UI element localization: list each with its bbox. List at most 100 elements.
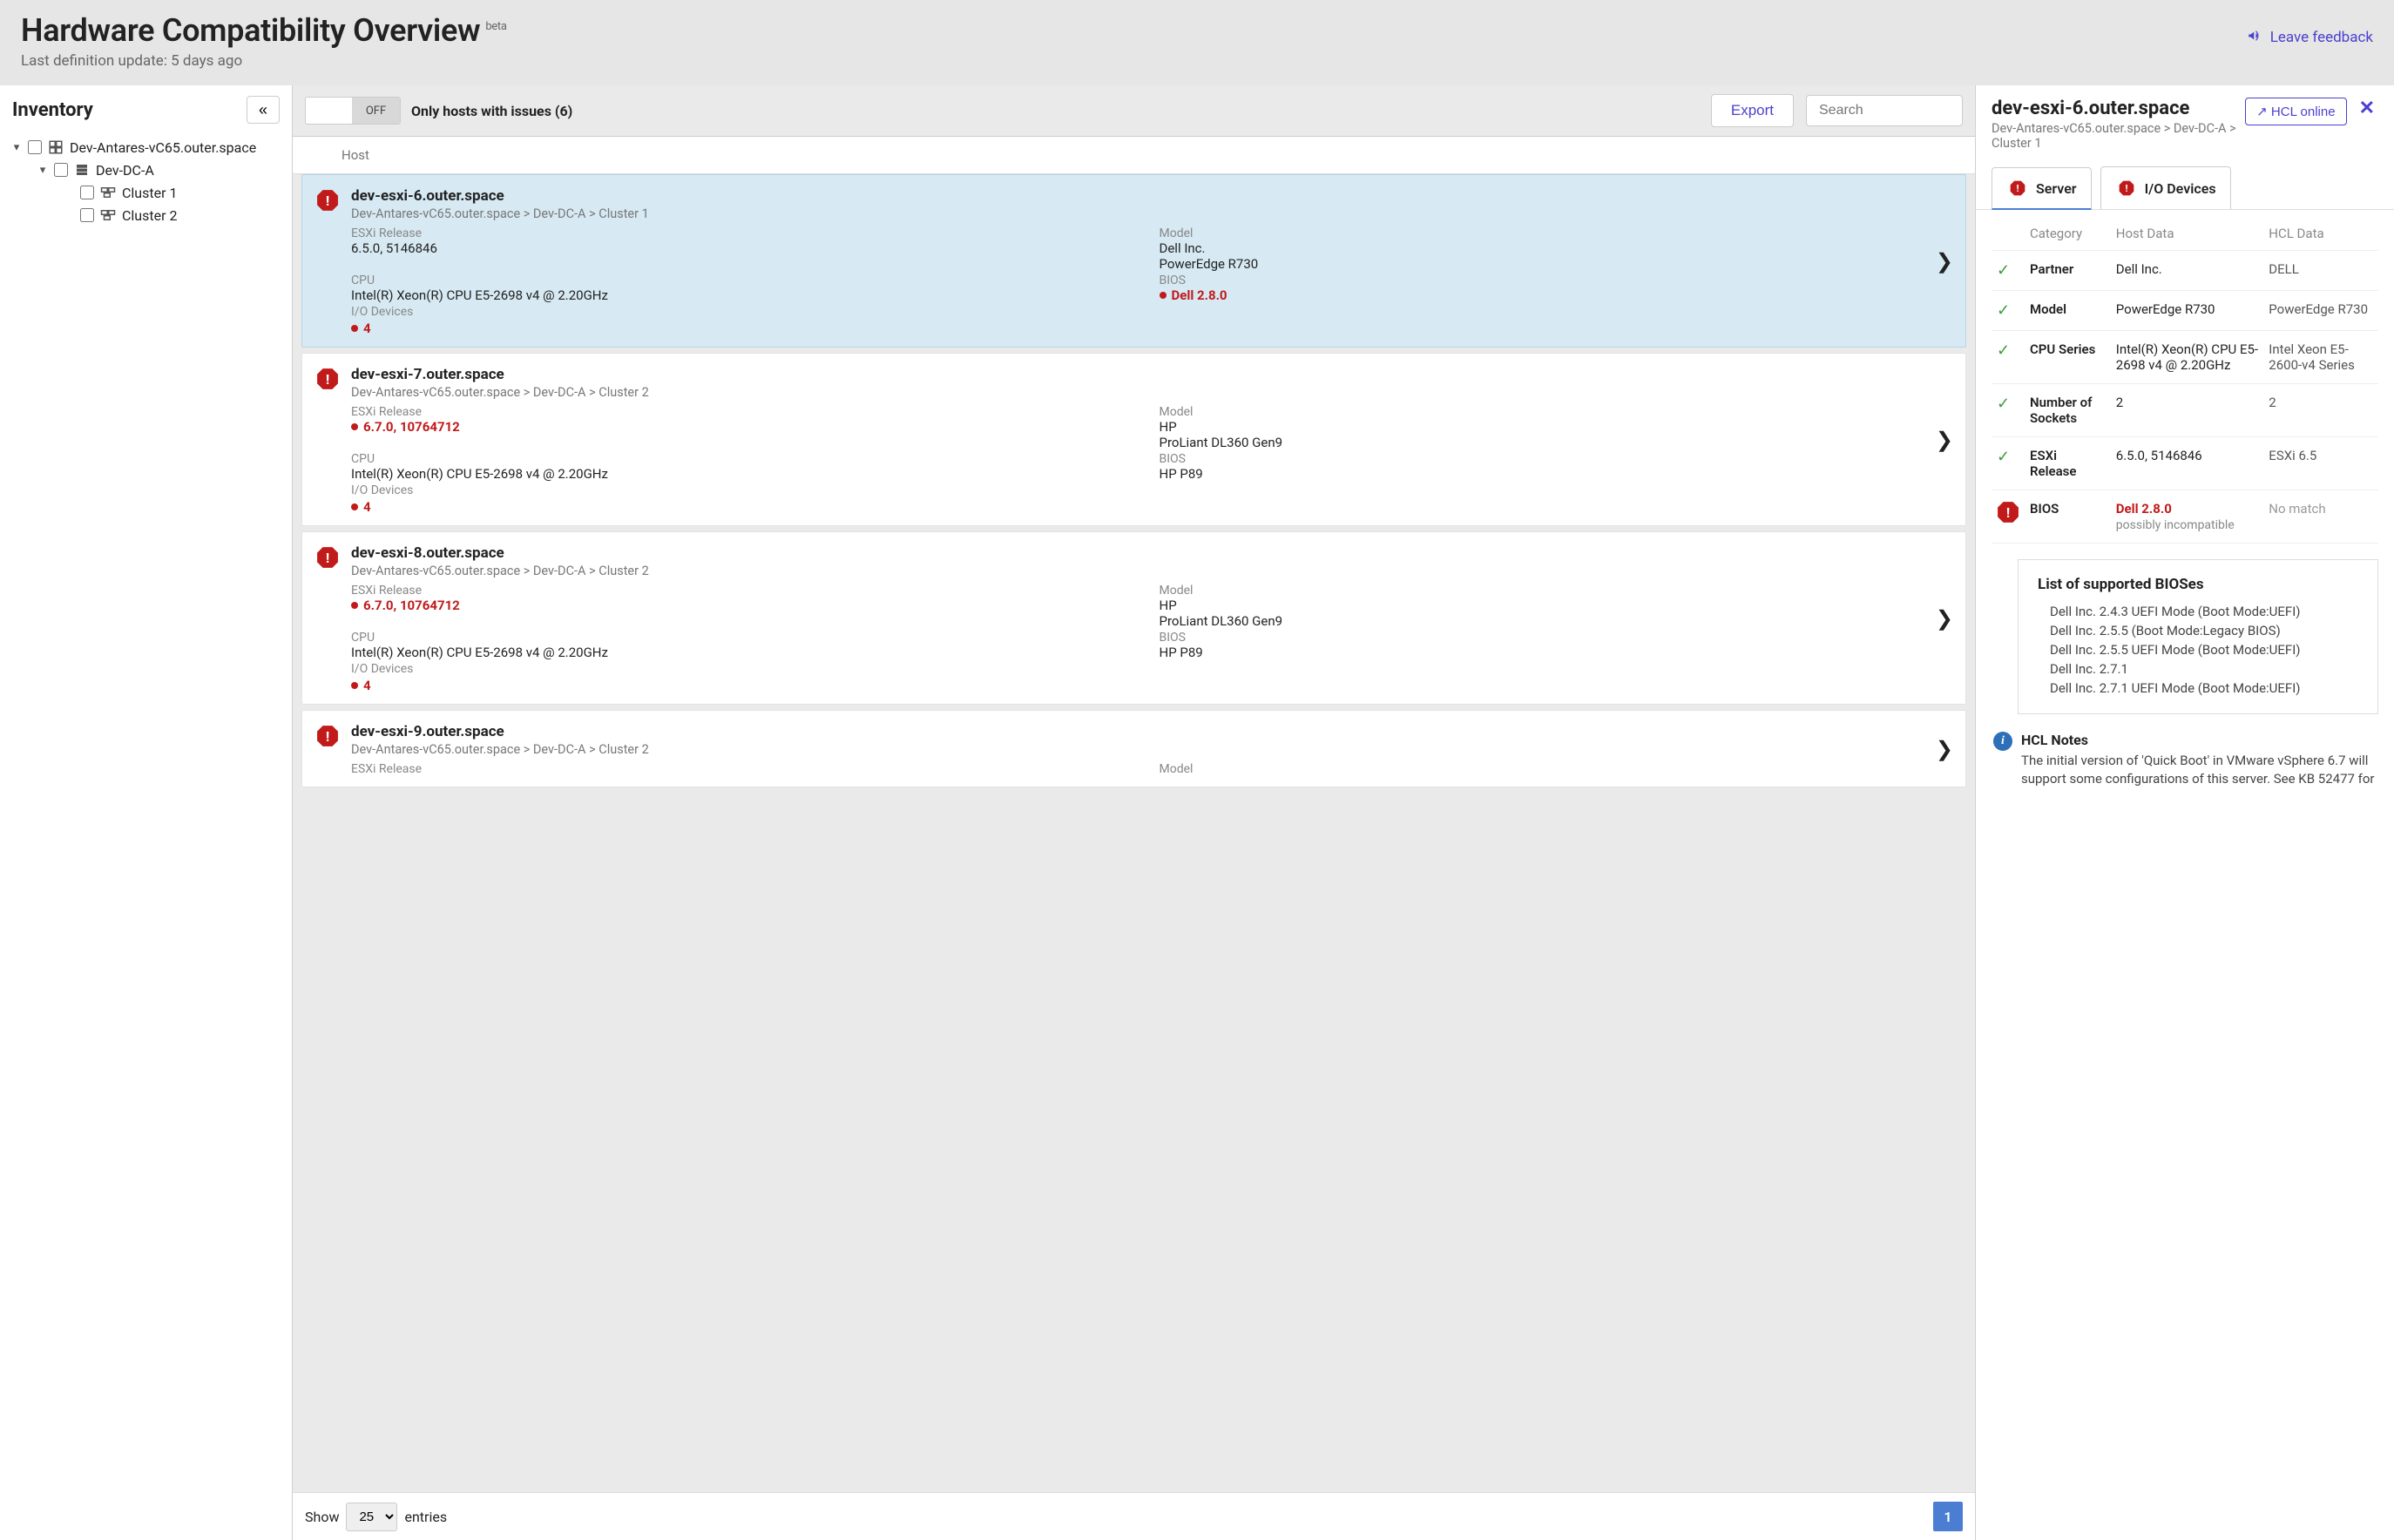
bios-item: Dell Inc. 2.5.5 UEFI Mode (Boot Mode:UEF…: [2038, 640, 2358, 659]
host-list: ! dev-esxi-6.outer.space Dev-Antares-vC6…: [293, 174, 1975, 1492]
hcl-comparison-table: Category Host Data HCL Data ✓PartnerDell…: [1992, 215, 2378, 544]
vcenter-icon: [47, 138, 64, 156]
bios-item: Dell Inc. 2.7.1: [2038, 659, 2358, 679]
hcl-online-button[interactable]: ↗ HCL online: [2245, 98, 2346, 125]
hcl-notes-body: The initial version of 'Quick Boot' in V…: [2021, 752, 2378, 788]
pager: Show 25 entries 1: [293, 1492, 1975, 1540]
col-category: Category: [2025, 215, 2111, 251]
cluster-icon: [99, 206, 117, 224]
tree-label: Dev-DC-A: [96, 162, 154, 179]
export-button[interactable]: Export: [1711, 94, 1794, 127]
chevron-right-icon: ❯: [1936, 606, 1953, 631]
issues-only-toggle[interactable]: OFF: [305, 97, 401, 125]
host-breadcrumb: Dev-Antares-vC65.outer.space > Dev-DC-A …: [351, 742, 1951, 757]
host-column-header: Host: [293, 137, 1975, 174]
issues-only-label: Only hosts with issues (6): [411, 103, 572, 119]
table-row: ! BIOSDell 2.8.0possibly incompatibleNo …: [1992, 490, 2378, 544]
error-octagon-icon: !: [2118, 180, 2134, 196]
cluster-icon: [99, 184, 117, 201]
host-name: dev-esxi-9.outer.space: [351, 723, 1951, 740]
chevron-right-icon: ❯: [1936, 249, 1953, 274]
check-icon: ✓: [1997, 261, 2010, 280]
tab-label: I/O Devices: [2145, 180, 2216, 197]
tab-label: Server: [2036, 180, 2077, 197]
error-octagon-icon: !: [316, 725, 339, 747]
supported-bios-box: List of supported BIOSes Dell Inc. 2.4.3…: [2018, 559, 2378, 714]
host-card[interactable]: ! dev-esxi-8.outer.space Dev-Antares-vC6…: [301, 531, 1966, 705]
table-row: ✓ESXi Release6.5.0, 5146846ESXi 6.5: [1992, 437, 2378, 490]
megaphone-icon: [2247, 28, 2262, 44]
chevron-right-icon: ❯: [1936, 737, 1953, 761]
host-card[interactable]: ! dev-esxi-7.outer.space Dev-Antares-vC6…: [301, 353, 1966, 526]
check-icon: ✓: [1997, 395, 2010, 413]
page-title: Hardware Compatibility Overviewbeta: [21, 12, 507, 49]
col-hcl-data: HCL Data: [2263, 215, 2378, 251]
details-breadcrumb: Dev-Antares-vC65.outer.space > Dev-DC-A …: [1992, 121, 2236, 151]
vcenter-checkbox[interactable]: [28, 140, 42, 154]
col-host-data: Host Data: [2111, 215, 2264, 251]
details-panel: dev-esxi-6.outer.space Dev-Antares-vC65.…: [1976, 85, 2394, 1540]
host-breadcrumb: Dev-Antares-vC65.outer.space > Dev-DC-A …: [351, 564, 1951, 578]
cluster-checkbox[interactable]: [80, 208, 94, 222]
error-octagon-icon: !: [316, 368, 339, 390]
inventory-title: Inventory: [12, 99, 93, 121]
pager-show-label: Show: [305, 1509, 339, 1525]
error-octagon-icon: !: [2010, 180, 2025, 196]
definition-update-subline: Last definition update: 5 days ago: [21, 52, 2373, 70]
bios-item: Dell Inc. 2.4.3 UEFI Mode (Boot Mode:UEF…: [2038, 602, 2358, 621]
datacenter-checkbox[interactable]: [54, 163, 68, 177]
caret-down-icon: ▾: [10, 141, 23, 154]
host-card[interactable]: ! dev-esxi-9.outer.space Dev-Antares-vC6…: [301, 710, 1966, 787]
error-octagon-icon: !: [316, 189, 339, 212]
leave-feedback-link[interactable]: Leave feedback: [2247, 28, 2373, 46]
page-header: Leave feedback Hardware Compatibility Ov…: [0, 0, 2394, 85]
leave-feedback-label: Leave feedback: [2270, 29, 2373, 46]
host-name: dev-esxi-8.outer.space: [351, 544, 1951, 562]
host-card[interactable]: ! dev-esxi-6.outer.space Dev-Antares-vC6…: [301, 174, 1966, 348]
tree-node-vcenter[interactable]: ▾ Dev-Antares-vC65.outer.space: [7, 136, 285, 159]
table-row: ✓ModelPowerEdge R730PowerEdge R730: [1992, 291, 2378, 331]
collapse-inventory-button[interactable]: «: [247, 96, 280, 124]
host-name: dev-esxi-6.outer.space: [351, 187, 1951, 205]
error-octagon-icon: !: [1997, 501, 2019, 523]
caret-down-icon: ▾: [37, 164, 49, 177]
datacenter-icon: [73, 161, 91, 179]
page-number[interactable]: 1: [1933, 1502, 1963, 1531]
tree-label: Cluster 1: [122, 185, 177, 201]
table-row: ✓PartnerDell Inc.DELL: [1992, 251, 2378, 291]
tree-node-cluster-2[interactable]: Cluster 2: [7, 204, 285, 226]
bios-box-title: List of supported BIOSes: [2038, 576, 2358, 593]
tab-io-devices[interactable]: ! I/O Devices: [2100, 166, 2231, 209]
beta-badge: beta: [485, 20, 506, 33]
search-input[interactable]: [1806, 95, 1963, 126]
tree-label: Dev-Antares-vC65.outer.space: [70, 139, 256, 156]
check-icon: ✓: [1997, 341, 2010, 360]
tree-node-datacenter[interactable]: ▾ Dev-DC-A: [7, 159, 285, 181]
page-size-select[interactable]: 25: [346, 1503, 397, 1531]
hcl-notes-section: i HCL Notes The initial version of 'Quic…: [1993, 732, 2378, 788]
info-icon: i: [1993, 732, 2012, 751]
inventory-tree: ▾ Dev-Antares-vC65.outer.space ▾ Dev-DC-…: [0, 132, 292, 230]
check-icon: ✓: [1997, 301, 2010, 320]
toggle-off-label: OFF: [352, 98, 400, 124]
tree-node-cluster-1[interactable]: Cluster 1: [7, 181, 285, 204]
bios-item: Dell Inc. 2.5.5 (Boot Mode:Legacy BIOS): [2038, 621, 2358, 640]
table-row: ✓CPU SeriesIntel(R) Xeon(R) CPU E5-2698 …: [1992, 331, 2378, 384]
cluster-checkbox[interactable]: [80, 186, 94, 199]
host-breadcrumb: Dev-Antares-vC65.outer.space > Dev-DC-A …: [351, 206, 1951, 221]
tab-server[interactable]: ! Server: [1992, 167, 2092, 210]
host-breadcrumb: Dev-Antares-vC65.outer.space > Dev-DC-A …: [351, 385, 1951, 400]
check-icon: ✓: [1997, 448, 2010, 466]
host-list-panel: OFF Only hosts with issues (6) Export Ho…: [293, 85, 1976, 1540]
tree-label: Cluster 2: [122, 207, 177, 224]
close-details-button[interactable]: ✕: [2356, 98, 2378, 119]
error-octagon-icon: !: [316, 546, 339, 569]
host-name: dev-esxi-7.outer.space: [351, 366, 1951, 383]
bios-item: Dell Inc. 2.7.1 UEFI Mode (Boot Mode:UEF…: [2038, 679, 2358, 698]
host-toolbar: OFF Only hosts with issues (6) Export: [293, 85, 1975, 137]
details-tabs: ! Server ! I/O Devices: [1976, 166, 2394, 210]
inventory-panel: Inventory « ▾ Dev-Antares-vC65.outer.spa…: [0, 85, 293, 1540]
details-host-title: dev-esxi-6.outer.space: [1992, 98, 2236, 119]
chevron-right-icon: ❯: [1936, 428, 1953, 452]
hcl-notes-title: HCL Notes: [2021, 732, 2378, 748]
